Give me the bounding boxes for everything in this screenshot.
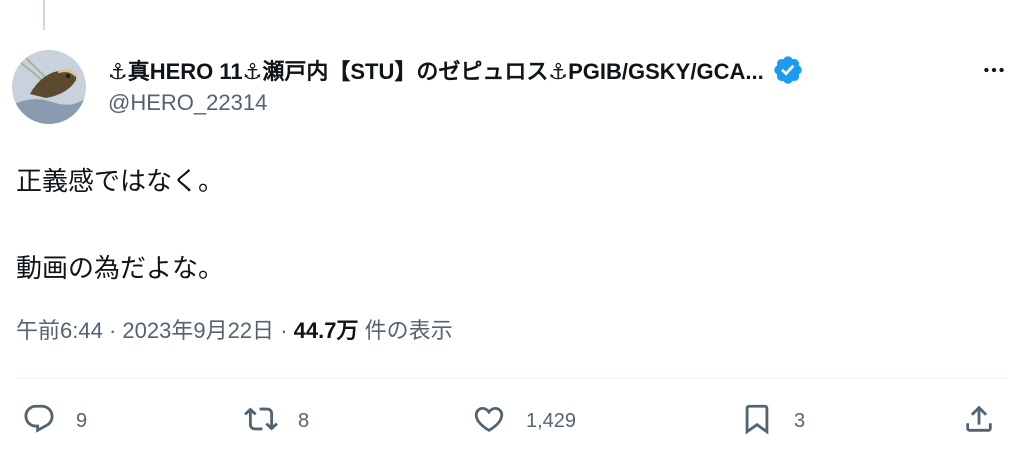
views-count: 44.7万 — [293, 318, 359, 343]
avatar-image — [12, 50, 86, 124]
share-icon — [962, 402, 996, 441]
tweet-text: 正義感ではなく。 動画の為だよな。 — [16, 160, 224, 289]
divider — [16, 378, 1008, 379]
tweet-text-line: 正義感ではなく。 — [16, 166, 225, 196]
display-name[interactable]: ⚓真HERO 11⚓瀬戸内【STU】のゼピュロス⚓PGIB/GSKY/GCA..… — [108, 54, 764, 86]
meta-separator: · — [108, 318, 117, 343]
like-count: 1,429 — [526, 409, 577, 432]
bookmark-icon — [740, 402, 774, 441]
share-button[interactable] — [962, 398, 996, 444]
meta-separator: · — [280, 318, 288, 343]
action-bar: 9 8 1,429 3 — [0, 398, 1024, 444]
repost-icon — [244, 402, 278, 441]
repost-button[interactable]: 8 — [244, 398, 309, 444]
tweet-metadata: 午前6:44 · 2023年9月22日 · 44.7万 件の表示 — [16, 313, 453, 345]
views-label: 件の表示 — [364, 318, 453, 343]
reply-button[interactable]: 9 — [22, 398, 87, 444]
verified-check-icon — [772, 54, 804, 86]
name-row: ⚓真HERO 11⚓瀬戸内【STU】のゼピュロス⚓PGIB/GSKY/GCA..… — [108, 52, 1012, 88]
repost-count: 8 — [298, 409, 310, 432]
heart-icon — [472, 402, 506, 441]
avatar[interactable] — [12, 50, 86, 124]
tweet-time[interactable]: 午前6:44 — [16, 318, 103, 343]
like-button[interactable]: 1,429 — [472, 398, 576, 444]
tweet-header: ⚓真HERO 11⚓瀬戸内【STU】のゼピュロス⚓PGIB/GSKY/GCA..… — [108, 52, 1012, 122]
more-horizontal-icon[interactable] — [976, 54, 1012, 86]
reply-icon — [22, 402, 56, 441]
bookmark-count: 3 — [794, 409, 806, 432]
bookmark-button[interactable]: 3 — [740, 398, 805, 444]
tweet-date[interactable]: 2023年9月22日 — [122, 318, 274, 343]
user-handle[interactable]: @HERO_22314 — [108, 90, 1012, 116]
tweet-text-line: 動画の為だよな。 — [16, 253, 225, 283]
reply-count: 9 — [76, 409, 88, 432]
thread-connector-line — [43, 0, 45, 30]
